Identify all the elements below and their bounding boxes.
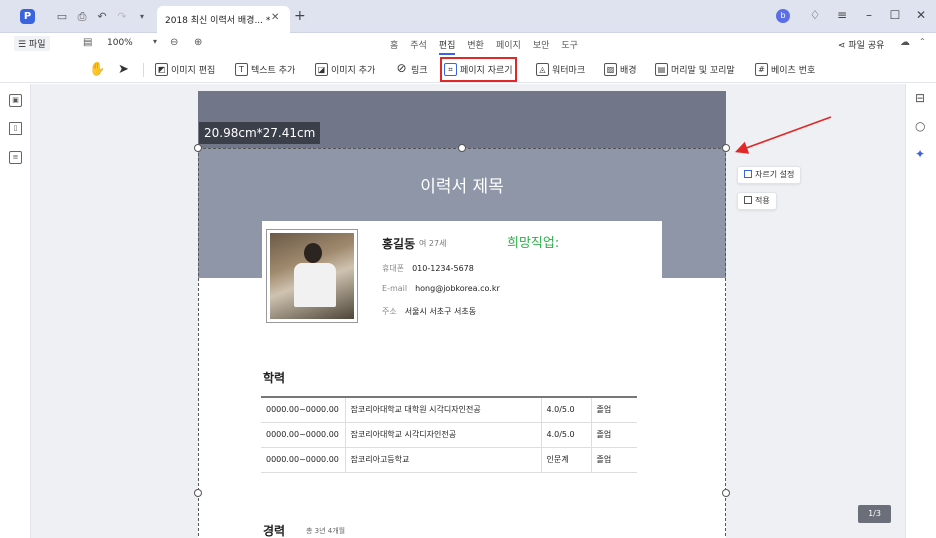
link-icon: ⊘	[396, 61, 407, 75]
bates-number-button[interactable]: # 베이츠 번호	[755, 61, 815, 78]
ai-sparkle-icon[interactable]: ✦	[915, 147, 925, 161]
image-edit-label: 이미지 편집	[171, 66, 216, 76]
share-button[interactable]: ⋖ 파일 공유	[838, 38, 884, 51]
link-button[interactable]: ⊘ 링크	[395, 61, 428, 78]
crop-settings-button[interactable]: 자르기 설정	[737, 166, 802, 184]
zoom-dropdown-icon[interactable]: ▾	[153, 37, 157, 46]
bates-icon: #	[755, 63, 768, 76]
page-indicator: 1/3	[858, 505, 891, 523]
title-bar: P ▭ ⎙ ↶ ↷ ▾ 2018 최신 이력서 배경... * ✕ + b ♢ …	[0, 0, 936, 33]
image-add-icon: ◪	[315, 63, 328, 76]
maximize-icon[interactable]: ☐	[888, 8, 902, 22]
watermark-icon: ◬	[536, 63, 549, 76]
crop-handle-middle-left[interactable]	[194, 489, 202, 497]
select-tool-icon[interactable]: ➤	[118, 61, 129, 78]
crop-handle-middle-right[interactable]	[722, 489, 730, 497]
image-add-button[interactable]: ◪ 이미지 추가	[315, 61, 375, 78]
notification-icon[interactable]: ♢	[808, 8, 822, 22]
right-sidebar: ⊟ ○ ✦	[905, 84, 936, 538]
thumbnail-icon[interactable]: ▣	[9, 94, 22, 107]
crop-page-label: 페이지 자르기	[460, 66, 513, 76]
app-logo-icon[interactable]: P	[20, 9, 35, 24]
tab-convert[interactable]: 변환	[461, 38, 490, 51]
crop-size-label: 20.98cm*27.41cm	[199, 122, 321, 144]
new-tab-button[interactable]: +	[294, 8, 306, 24]
left-sidebar: ▣ ▯ ≡	[0, 84, 31, 538]
zoom-value[interactable]: 100%	[107, 38, 133, 48]
document-page[interactable]: 이력서 제목 홍길동 여 27세 희망직업: 휴대폰 010-1234-5678 …	[194, 91, 730, 538]
document-canvas[interactable]: 이력서 제목 홍길동 여 27세 희망직업: 휴대폰 010-1234-5678 …	[31, 84, 905, 538]
redo-icon[interactable]: ↷	[115, 10, 129, 24]
crop-handle-top-center[interactable]	[458, 144, 466, 152]
undo-icon[interactable]: ↶	[95, 10, 109, 24]
avatar[interactable]: b	[776, 9, 790, 23]
toolbar-divider	[143, 63, 144, 77]
print-icon[interactable]: ⎙	[75, 10, 89, 24]
crop-page-button[interactable]: ⌗ 페이지 자르기	[440, 57, 517, 82]
image-add-label: 이미지 추가	[331, 66, 376, 76]
bookmark-icon[interactable]: ▯	[9, 122, 22, 135]
text-add-label: 텍스트 추가	[251, 66, 296, 76]
tab-edit[interactable]: 편집	[433, 38, 462, 55]
apply-label: 적용	[755, 196, 770, 205]
minimize-icon[interactable]: –	[862, 8, 876, 22]
crop-selection-frame[interactable]	[198, 148, 726, 538]
image-edit-icon: ◩	[155, 63, 168, 76]
header-footer-button[interactable]: ▤ 머리말 및 꼬리말	[655, 61, 735, 78]
save-icon[interactable]: ▭	[55, 10, 69, 24]
image-edit-button[interactable]: ◩ 이미지 편집	[155, 61, 215, 78]
zoom-out-icon[interactable]: ⊖	[170, 37, 178, 48]
search-icon[interactable]: ○	[915, 119, 925, 133]
hand-tool-icon[interactable]: ✋	[89, 61, 105, 78]
tab-close-icon[interactable]: ✕	[271, 12, 279, 23]
menu-bar: ☰ 파일 ▤ 100% ▾ ⊖ ⊕ 홈 주석 편집 변환 페이지 보안 도구 ⋖…	[0, 33, 936, 55]
close-icon[interactable]: ✕	[914, 8, 928, 22]
background-icon: ▨	[604, 63, 617, 76]
share-label: 파일 공유	[848, 41, 885, 51]
collapse-icon[interactable]: ⌃	[919, 37, 926, 46]
text-add-icon: T	[235, 63, 248, 76]
crop-handle-top-left[interactable]	[194, 144, 202, 152]
zoom-in-icon[interactable]: ⊕	[194, 37, 202, 48]
watermark-button[interactable]: ◬ 워터마크	[536, 61, 585, 78]
crop-settings-label: 자르기 설정	[755, 170, 795, 179]
comment-icon[interactable]: ≡	[9, 151, 22, 164]
cloud-icon[interactable]: ☁	[900, 37, 910, 48]
crop-settings-icon	[744, 170, 752, 178]
apply-button[interactable]: 적용	[737, 192, 777, 210]
tab-tools[interactable]: 도구	[555, 38, 584, 51]
text-add-button[interactable]: T 텍스트 추가	[235, 61, 295, 78]
edit-toolbar: ✋ ➤ ◩ 이미지 편집 T 텍스트 추가 ◪ 이미지 추가 ⊘ 링크 ⌗ 페이지 자르기…	[0, 55, 936, 83]
document-tab[interactable]: 2018 최신 이력서 배경... * ✕	[157, 6, 290, 33]
tab-title: 2018 최신 이력서 배경... *	[165, 16, 271, 26]
tab-security[interactable]: 보안	[527, 38, 556, 51]
bates-number-label: 베이츠 번호	[771, 66, 816, 76]
header-footer-icon: ▤	[655, 63, 668, 76]
file-menu[interactable]: ☰ 파일	[14, 36, 50, 51]
tab-home[interactable]: 홈	[384, 38, 404, 51]
crop-icon: ⌗	[444, 63, 457, 76]
background-button[interactable]: ▨ 배경	[604, 61, 637, 78]
share-icon: ⋖	[838, 41, 849, 51]
page-view-icon[interactable]: ▤	[83, 37, 92, 48]
tab-page[interactable]: 페이지	[490, 38, 527, 51]
dropdown-icon[interactable]: ▾	[135, 10, 149, 24]
watermark-label: 워터마크	[552, 66, 586, 76]
apply-icon	[744, 196, 752, 204]
tab-annotate[interactable]: 주석	[404, 38, 433, 51]
crop-handle-top-right[interactable]	[722, 144, 730, 152]
background-label: 배경	[620, 66, 637, 76]
header-footer-label: 머리말 및 꼬리말	[671, 66, 735, 76]
link-label: 링크	[411, 66, 428, 76]
menu-icon[interactable]: ≡	[835, 8, 849, 22]
properties-icon[interactable]: ⊟	[915, 91, 925, 105]
menu-tabs: 홈 주석 편집 변환 페이지 보안 도구	[384, 38, 584, 55]
